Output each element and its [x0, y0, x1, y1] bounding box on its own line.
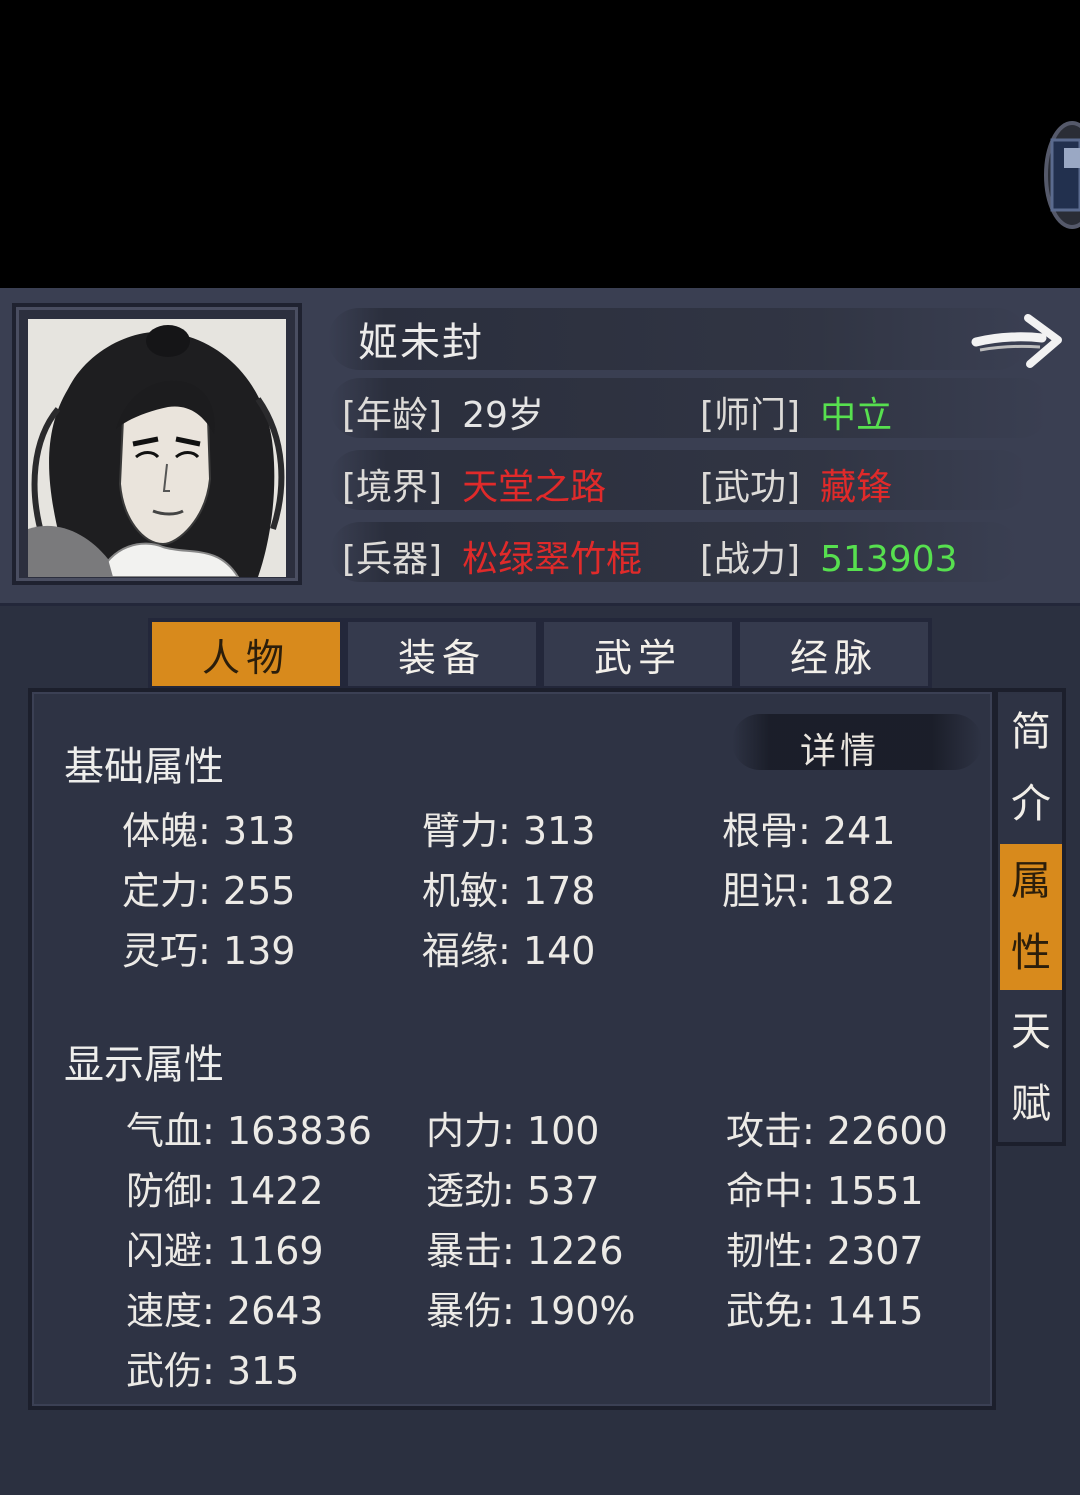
info-label: [境界] [342, 467, 443, 508]
info-value: 天堂之路 [462, 467, 607, 508]
stat-item: 气血: 163836 [126, 1109, 372, 1153]
info-value: 513903 [820, 539, 958, 580]
stat-item: 攻击: 22600 [726, 1109, 948, 1153]
info-value: 中立 [820, 395, 893, 436]
info-age: [年龄] 29岁 [342, 386, 544, 438]
info-martial-art: [武功] 藏锋 [700, 458, 892, 510]
side-tab-talent[interactable]: 天 赋 [1000, 994, 1062, 1142]
stat-item: 定力: 255 [122, 869, 296, 913]
info-label: [师门] [700, 395, 801, 436]
stat-item: 体魄: 313 [122, 809, 296, 853]
side-tab-attributes[interactable]: 属 性 [1000, 844, 1062, 990]
side-tab-char: 属 [1011, 858, 1051, 904]
side-tab-char: 介 [1011, 781, 1051, 827]
tab-equipment[interactable]: 装备 [344, 618, 540, 690]
stat-item: 胆识: 182 [722, 869, 896, 913]
stat-item: 机敏: 178 [422, 869, 596, 913]
info-value: 松绿翠竹棍 [462, 539, 643, 580]
stat-item: 内力: 100 [426, 1109, 600, 1153]
details-button[interactable]: 详情 [800, 722, 880, 774]
stat-item: 速度: 2643 [126, 1289, 324, 1333]
info-label: [武功] [700, 467, 801, 508]
stat-item: 透劲: 537 [426, 1169, 600, 1213]
stat-item: 武伤: 315 [126, 1349, 300, 1393]
info-sect: [师门] 中立 [700, 386, 892, 438]
info-value: 藏锋 [820, 467, 893, 508]
stat-item: 防御: 1422 [126, 1169, 324, 1213]
side-tab-char: 简 [1011, 709, 1051, 755]
info-label: [兵器] [342, 539, 443, 580]
display-attributes-title: 显示属性 [64, 1042, 224, 1088]
portrait-image [28, 319, 286, 577]
character-header: 姬未封 [年龄] 29岁 [师门] 中立 [境界] 天堂之路 [武功] 藏锋 [兵器] 松… [0, 288, 1080, 606]
stat-item: 暴伤: 190% [426, 1289, 636, 1333]
side-tabs: 简 介 属 性 天 赋 [994, 688, 1066, 1146]
info-weapon: [兵器] 松绿翠竹棍 [342, 530, 642, 582]
stat-item: 福缘: 140 [422, 929, 596, 973]
stat-item: 臂力: 313 [422, 809, 596, 853]
stat-item: 武免: 1415 [726, 1289, 924, 1333]
base-attributes-title: 基础属性 [64, 744, 224, 790]
side-tab-char: 赋 [1011, 1081, 1051, 1127]
tab-meridians[interactable]: 经脉 [736, 618, 932, 690]
info-label: [年龄] [342, 395, 443, 436]
tab-martial-study[interactable]: 武学 [540, 618, 736, 690]
side-tab-char: 天 [1011, 1009, 1051, 1055]
stat-item: 闪避: 1169 [126, 1229, 324, 1273]
main-tabs: 人物 装备 武学 经脉 [148, 618, 934, 690]
info-power: [战力] 513903 [700, 530, 958, 582]
attributes-panel: 详情 基础属性 体魄: 313 臂力: 313 根骨: 241 定力: 255 … [28, 688, 996, 1410]
stat-item: 暴击: 1226 [426, 1229, 624, 1273]
next-arrow-icon[interactable] [970, 310, 1066, 370]
side-tab-char: 性 [1011, 930, 1051, 976]
tab-character[interactable]: 人物 [148, 618, 344, 690]
side-tab-intro[interactable]: 简 介 [1000, 694, 1062, 842]
top-empty-area [0, 0, 1080, 288]
character-name: 姬未封 [358, 320, 484, 366]
stat-item: 灵巧: 139 [122, 929, 296, 973]
stat-item: 韧性: 2307 [726, 1229, 924, 1273]
menu-book-icon[interactable] [1024, 120, 1080, 230]
info-value: 29岁 [462, 395, 544, 436]
stat-item: 根骨: 241 [722, 809, 896, 853]
info-label: [战力] [700, 539, 801, 580]
stat-item: 命中: 1551 [726, 1169, 924, 1213]
info-realm: [境界] 天堂之路 [342, 458, 606, 510]
portrait-frame [12, 303, 302, 585]
character-panel: 姬未封 [年龄] 29岁 [师门] 中立 [境界] 天堂之路 [武功] 藏锋 [兵器] 松… [0, 288, 1080, 1495]
